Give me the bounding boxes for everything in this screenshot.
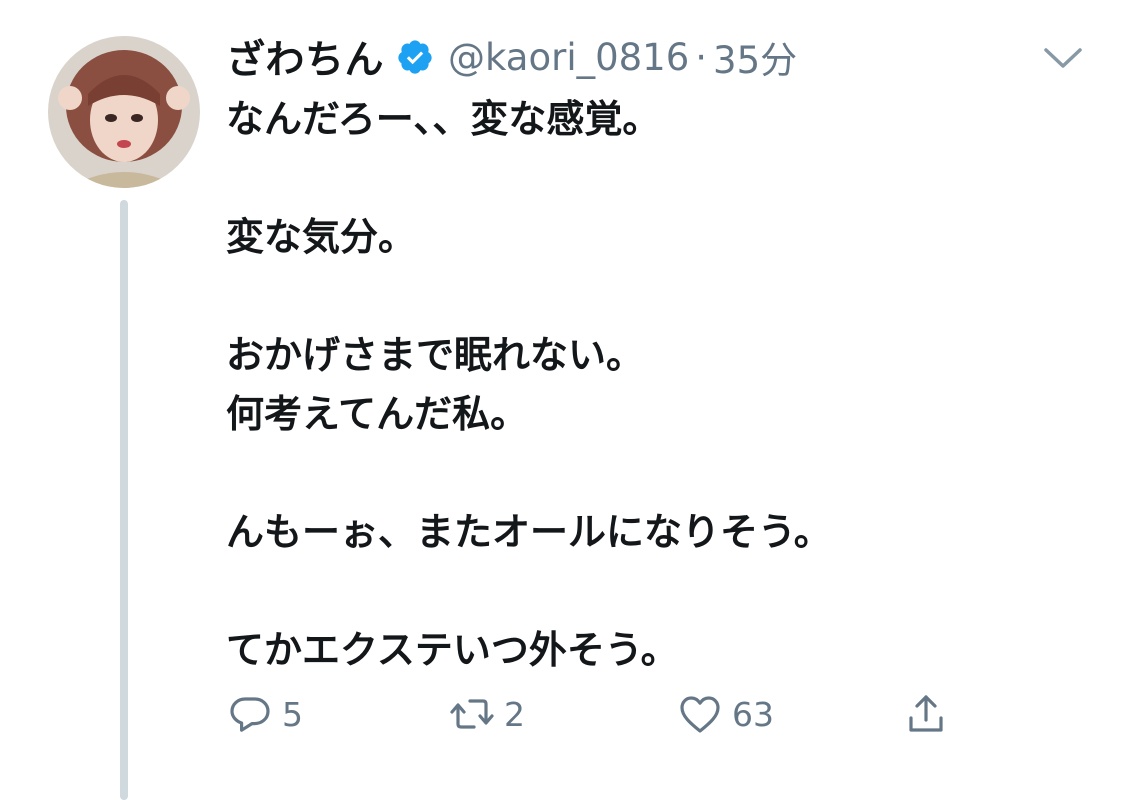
- tweet-text-line: [226, 149, 1086, 208]
- avatar[interactable]: [48, 36, 200, 188]
- share-icon: [902, 690, 950, 738]
- tweet-text-line: [226, 267, 1086, 326]
- tweet-header: ざわちん @kaori_0816 · 35分: [226, 28, 797, 86]
- tweet-text-line: なんだろー、、変な感覚。: [226, 97, 661, 141]
- tweet-text-line: [226, 444, 1086, 503]
- profile-photo: [48, 36, 200, 188]
- tweet-text-line: 何考えてんだ私。: [226, 392, 529, 436]
- retweet-icon: [448, 690, 496, 738]
- author-handle[interactable]: @kaori_0816: [448, 36, 689, 79]
- author-name[interactable]: ざわちん: [226, 29, 384, 85]
- reply-button[interactable]: 5: [226, 686, 303, 742]
- reply-icon: [226, 690, 274, 738]
- separator-dot: ·: [695, 35, 708, 79]
- tweet-text-line: おかげさまで眠れない。: [226, 333, 645, 377]
- tweet-text-line: てかエクステいつ外そう。: [226, 628, 679, 672]
- reply-count: 5: [282, 694, 303, 734]
- like-button[interactable]: 63: [676, 686, 774, 742]
- share-button[interactable]: [902, 686, 950, 742]
- chevron-down-icon[interactable]: [1040, 40, 1086, 76]
- thread-line: [120, 200, 128, 800]
- timestamp[interactable]: 35分: [713, 30, 797, 84]
- tweet-text-line: [226, 562, 1086, 621]
- retweet-count: 2: [504, 694, 525, 734]
- retweet-button[interactable]: 2: [448, 686, 525, 742]
- verified-badge-icon: [396, 38, 434, 76]
- like-count: 63: [732, 694, 774, 734]
- action-bar: 5 2 63: [226, 686, 1006, 742]
- heart-icon: [676, 690, 724, 738]
- tweet-text-line: 変な気分。: [226, 215, 417, 259]
- tweet-text-line: んもーぉ、またオールになりそう。: [226, 510, 832, 554]
- tweet-text: なんだろー、、変な感覚。 変な気分。 おかげさまで眠れない。 何考えてんだ私。 …: [226, 90, 1086, 680]
